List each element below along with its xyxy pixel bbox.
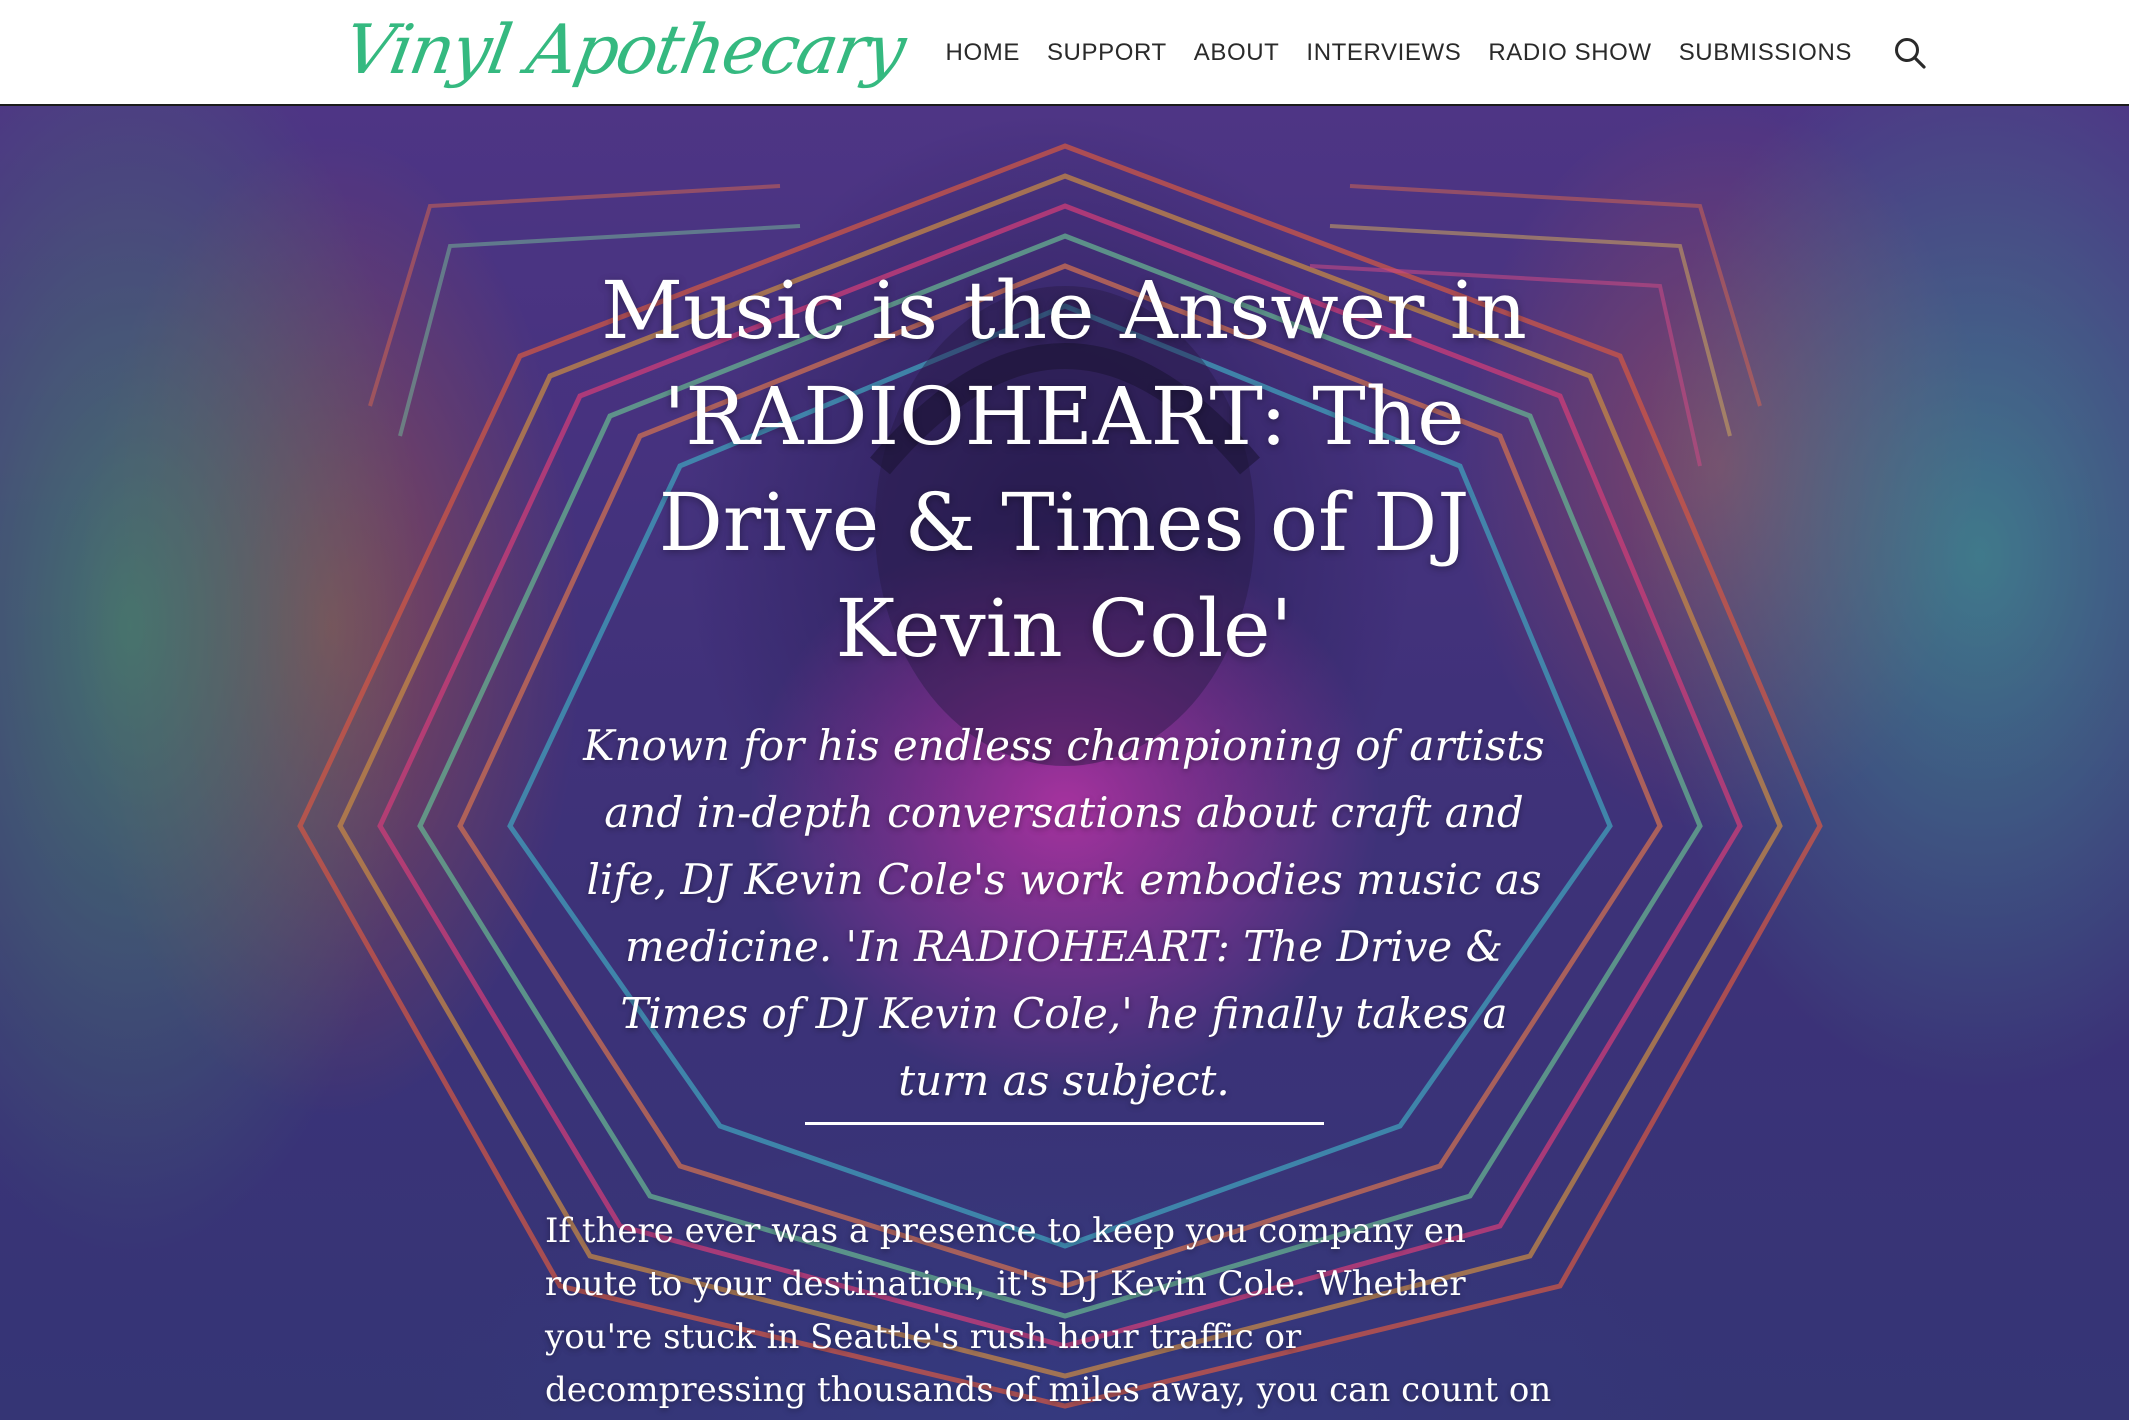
article-subtitle: Known for his endless championing of art…	[583, 721, 1545, 1105]
main-nav: HOME SUPPORT ABOUT INTERVIEWS RADIO SHOW…	[946, 0, 1929, 106]
nav-item-radio-show[interactable]: RADIO SHOW	[1488, 39, 1651, 67]
nav-item-home[interactable]: HOME	[946, 39, 1020, 67]
site-logo[interactable]: Vinyl Apothecary	[337, 6, 911, 96]
nav-item-about[interactable]: ABOUT	[1194, 39, 1280, 67]
nav-item-interviews[interactable]: INTERVIEWS	[1306, 39, 1461, 67]
article-intro: If there ever was a presence to keep you…	[545, 1211, 1552, 1410]
nav-item-support[interactable]: SUPPORT	[1047, 39, 1167, 67]
article-title: Music is the Answer in 'RADIOHEART: The …	[601, 264, 1527, 675]
hero-banner: Music is the Answer in 'RADIOHEART: The …	[0, 106, 2129, 1420]
divider	[805, 1122, 1324, 1125]
search-icon	[1895, 38, 1926, 69]
nav-item-submissions[interactable]: SUBMISSIONS	[1679, 39, 1852, 67]
site-header: Vinyl Apothecary HOME SUPPORT ABOUT INTE…	[0, 0, 2129, 106]
search-button[interactable]	[1891, 34, 1929, 72]
